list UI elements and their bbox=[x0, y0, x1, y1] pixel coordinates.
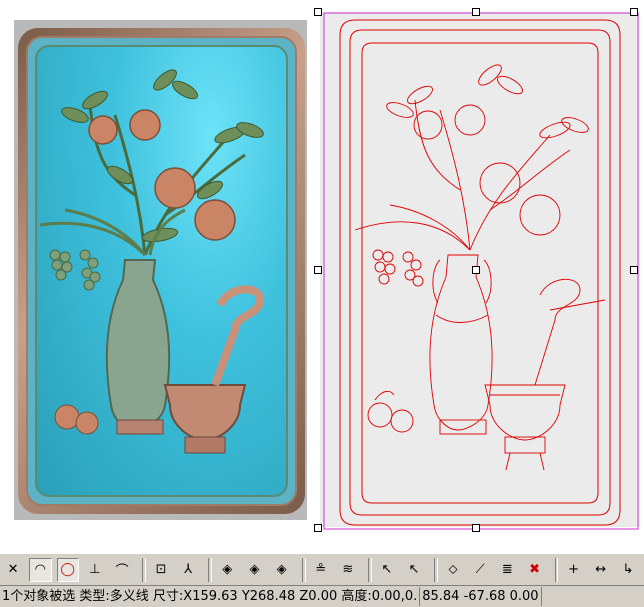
corner-button[interactable]: ↳ bbox=[617, 558, 639, 582]
drawing-toolbar: ✕ ◠ ◯ ⊥ ⌒ ⊡ ⅄ ◈ ◈ ◈ ≗ ≋ ↖ ↖ ⬦ ⟋ ≣ ✖ + ↔ ↳ bbox=[0, 553, 644, 585]
measure-icon: ↔ bbox=[595, 562, 607, 577]
node-button[interactable]: ⊡ bbox=[150, 558, 172, 582]
layer-offset-button[interactable]: ≋ bbox=[337, 558, 359, 582]
selection-info: 1个对象被选 类型:多义线 尺寸:X159.63 Y268.48 Z0.00 高… bbox=[0, 587, 421, 606]
selection-handle-bottom-middle[interactable] bbox=[472, 524, 480, 532]
selection-handle-top-left[interactable] bbox=[314, 8, 322, 16]
transform-1-icon: ⬦ bbox=[448, 562, 458, 577]
perpendicular-button[interactable]: ⊥ bbox=[84, 558, 106, 582]
diamond-2-button[interactable]: ◈ bbox=[243, 558, 265, 582]
selection-handle-top-middle[interactable] bbox=[472, 8, 480, 16]
circle-button[interactable]: ◯ bbox=[56, 557, 79, 582]
tangent-icon: ⌒ bbox=[115, 564, 129, 579]
add-point-button[interactable]: + bbox=[562, 558, 584, 582]
transform-1-button[interactable]: ⬦ bbox=[442, 558, 464, 582]
node-icon: ⊡ bbox=[155, 562, 167, 577]
canvas-workspace[interactable] bbox=[0, 0, 644, 553]
layer-offset-icon: ≋ bbox=[342, 562, 354, 577]
branch-node-icon: ⅄ bbox=[184, 562, 193, 577]
add-point-icon: + bbox=[568, 562, 579, 577]
arc-button[interactable]: ◠ bbox=[29, 557, 52, 582]
transform-2-button[interactable]: ⟋ bbox=[469, 558, 491, 582]
list-edit-icon: ≣ bbox=[501, 562, 513, 577]
toolbar-separator bbox=[301, 557, 306, 582]
arc-icon: ◠ bbox=[34, 562, 46, 577]
circle-icon: ◯ bbox=[60, 562, 75, 577]
diamond-3-button[interactable]: ◈ bbox=[271, 558, 293, 582]
cursor-coordinates: 85.84 -67.68 0.00 bbox=[420, 587, 542, 606]
cross-lines-button[interactable]: ✕ bbox=[2, 558, 24, 582]
perpendicular-icon: ⊥ bbox=[89, 562, 101, 577]
measure-button[interactable]: ↔ bbox=[590, 558, 612, 582]
selection-handle-middle-left[interactable] bbox=[314, 266, 322, 274]
status-bar: 1个对象被选 类型:多义线 尺寸:X159.63 Y268.48 Z0.00 高… bbox=[0, 585, 644, 607]
delete-button[interactable]: ✖ bbox=[523, 558, 545, 582]
diamond-3-icon: ◈ bbox=[276, 562, 287, 577]
deselect-arrow-icon: ↖ bbox=[408, 562, 420, 577]
list-edit-button[interactable]: ≣ bbox=[496, 558, 518, 582]
transform-2-icon: ⟋ bbox=[475, 562, 485, 577]
select-arrow-button[interactable]: ↖ bbox=[376, 558, 398, 582]
relief-carving-image bbox=[39, 69, 265, 454]
selection-handle-middle-right[interactable] bbox=[630, 266, 638, 274]
toolbar-separator bbox=[142, 557, 147, 582]
diamond-1-button[interactable]: ◈ bbox=[216, 558, 238, 582]
toolbar-separator bbox=[434, 557, 438, 582]
branch-node-button[interactable]: ⅄ bbox=[177, 558, 199, 582]
selection-handle-top-right[interactable] bbox=[630, 8, 638, 16]
toolbar-separator bbox=[554, 557, 559, 582]
vector-outline-drawing[interactable] bbox=[320, 5, 642, 535]
layer-align-button[interactable]: ≗ bbox=[310, 558, 332, 582]
diamond-2-icon: ◈ bbox=[249, 562, 260, 577]
select-arrow-icon: ↖ bbox=[381, 562, 393, 577]
delete-icon: ✖ bbox=[529, 562, 540, 577]
selection-handle-center[interactable] bbox=[472, 266, 480, 274]
tangent-button[interactable]: ⌒ bbox=[111, 558, 133, 582]
deselect-arrow-button[interactable]: ↖ bbox=[403, 558, 425, 582]
selection-handle-bottom-left[interactable] bbox=[314, 524, 322, 532]
cross-lines-icon: ✕ bbox=[7, 562, 19, 577]
layer-align-icon: ≗ bbox=[315, 562, 327, 577]
toolbar-separator bbox=[367, 557, 372, 582]
diamond-1-icon: ◈ bbox=[222, 562, 233, 577]
corner-icon: ↳ bbox=[622, 562, 634, 577]
toolbar-separator bbox=[208, 557, 213, 582]
